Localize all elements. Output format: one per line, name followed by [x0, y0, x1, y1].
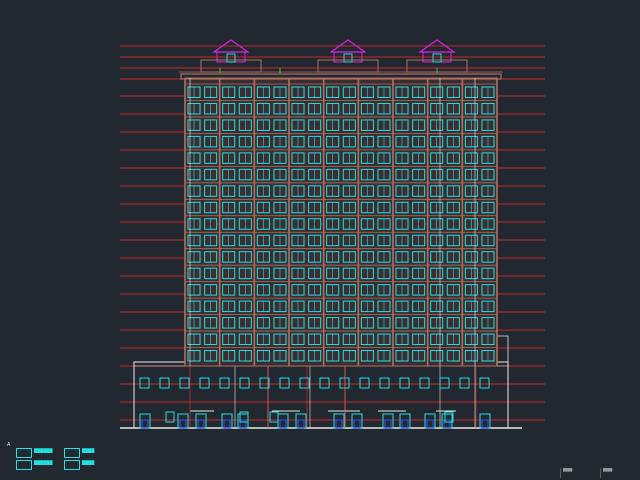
- title-block: ████ ████: [560, 468, 638, 478]
- podium-window: [339, 377, 350, 389]
- door: [141, 419, 149, 429]
- door: [335, 419, 343, 429]
- pavilion-window: [226, 53, 236, 63]
- roof-pavilions: [200, 39, 468, 73]
- legend-label: ██████: [34, 460, 53, 465]
- side-window: [269, 411, 279, 423]
- podium-window: [139, 377, 150, 389]
- podium-window: [259, 377, 270, 389]
- podium-window: [459, 377, 470, 389]
- side-window: [165, 411, 175, 423]
- legend-label: ████: [82, 448, 95, 453]
- podium-window: [199, 377, 210, 389]
- title-block-cell: ████: [560, 468, 597, 478]
- podium-window: [479, 377, 490, 389]
- tower-facade: [179, 68, 503, 367]
- legend-item: ████: [64, 460, 124, 472]
- title-block-cell: ████: [600, 468, 637, 478]
- podium-window: [299, 377, 310, 389]
- door: [384, 419, 392, 429]
- podium-window: [219, 377, 230, 389]
- podium-window: [179, 377, 190, 389]
- door: [353, 419, 361, 429]
- legend-swatch: [16, 448, 32, 458]
- door: [426, 419, 434, 429]
- podium-window: [399, 377, 410, 389]
- roof-pavilion: [200, 39, 262, 73]
- legend-swatch: [64, 448, 80, 458]
- podium-window: [319, 377, 330, 389]
- legend-label: ██████: [34, 448, 53, 453]
- elevation-drawing: [120, 39, 545, 429]
- door: [481, 419, 489, 429]
- pavilion-window: [432, 53, 442, 63]
- roof-pavilion: [406, 39, 468, 73]
- tower-body: [184, 77, 498, 367]
- legend-label: ████: [82, 460, 95, 465]
- podium-window: [359, 377, 370, 389]
- door: [197, 419, 205, 429]
- legend-swatch: [16, 460, 32, 470]
- legend-item: ████: [64, 448, 124, 460]
- podium-window: [379, 377, 390, 389]
- door: [279, 419, 287, 429]
- podium-window: [279, 377, 290, 389]
- roof-pavilion: [317, 39, 379, 73]
- podium-window: [159, 377, 170, 389]
- podium-window: [419, 377, 430, 389]
- pavilion-window: [343, 53, 353, 63]
- door: [297, 419, 305, 429]
- door: [179, 419, 187, 429]
- podium-window: [439, 377, 450, 389]
- legend-swatch: [64, 460, 80, 470]
- door: [223, 419, 231, 429]
- podium-window: [239, 377, 250, 389]
- legend: ██████ ██████ ████ ████: [8, 440, 148, 476]
- door: [401, 419, 409, 429]
- door: [239, 419, 247, 429]
